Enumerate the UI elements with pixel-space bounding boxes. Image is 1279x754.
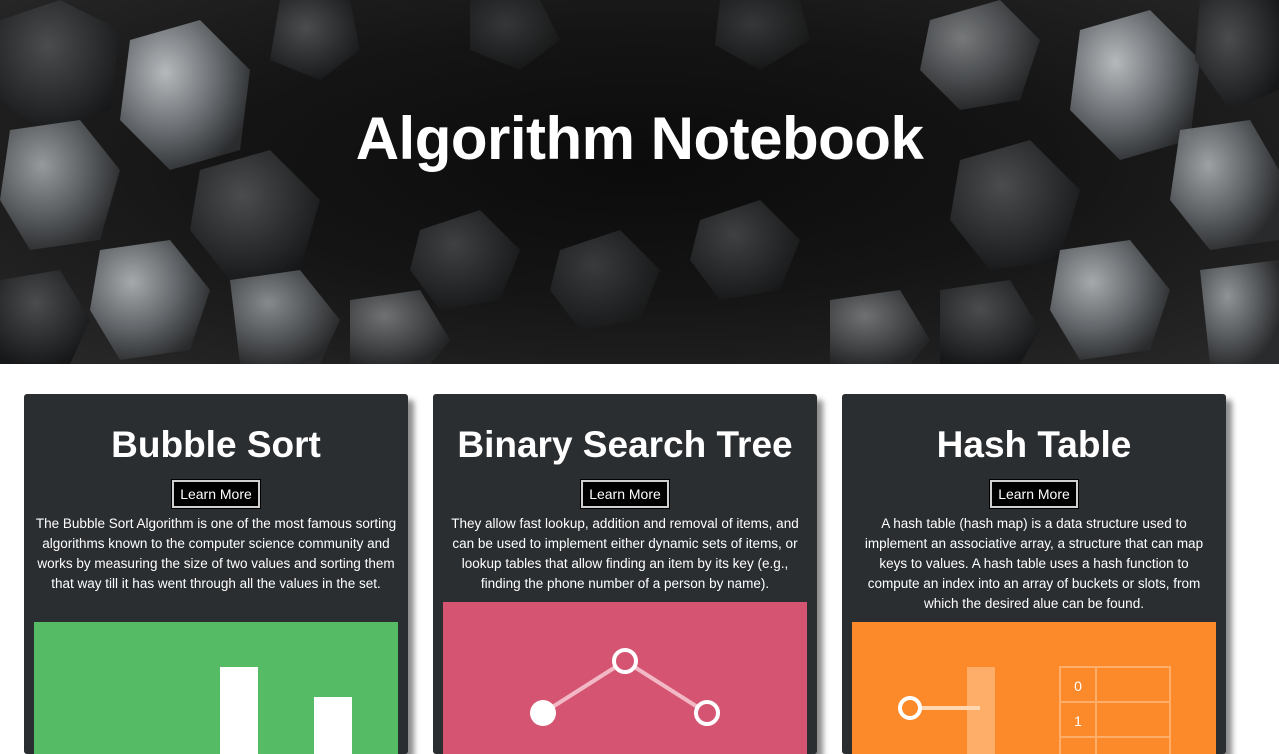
card-title: Binary Search Tree: [457, 424, 793, 465]
card-description: They allow fast lookup, addition and rem…: [451, 516, 799, 591]
key-node: [898, 696, 922, 720]
card-hash-table: Hash Table Learn More A hash table (hash…: [842, 394, 1226, 754]
card-description: A hash table (hash map) is a data struct…: [864, 516, 1204, 611]
card-title: Hash Table: [936, 424, 1132, 465]
bar-short: [314, 697, 352, 754]
tree-node-left: [530, 700, 556, 726]
card-binary-search-tree: Binary Search Tree Learn More They allow…: [433, 394, 817, 754]
bar-tall: [220, 667, 258, 754]
illustration-background: [443, 602, 807, 754]
learn-more-button[interactable]: Learn More: [989, 479, 1079, 509]
tree-node-right: [694, 700, 720, 726]
bubble-sort-illustration: [34, 622, 398, 754]
card-description: The Bubble Sort Algorithm is one of the …: [35, 516, 397, 591]
card-bubble-sort: Bubble Sort Learn More The Bubble Sort A…: [24, 394, 408, 754]
hero-background-image: [0, 0, 1279, 364]
binary-tree-illustration: [443, 602, 807, 754]
learn-more-button[interactable]: Learn More: [171, 479, 261, 509]
hero-banner: Algorithm Notebook: [0, 0, 1279, 364]
bucket-index-0: 0: [1074, 678, 1082, 694]
page-title: Algorithm Notebook: [355, 105, 924, 172]
tree-node-root: [612, 648, 638, 674]
hash-function-block: [967, 667, 995, 754]
hash-table-illustration: 0 1: [852, 622, 1216, 754]
card-title: Bubble Sort: [111, 424, 321, 465]
illustration-background: [852, 622, 1216, 754]
learn-more-button[interactable]: Learn More: [580, 479, 670, 509]
